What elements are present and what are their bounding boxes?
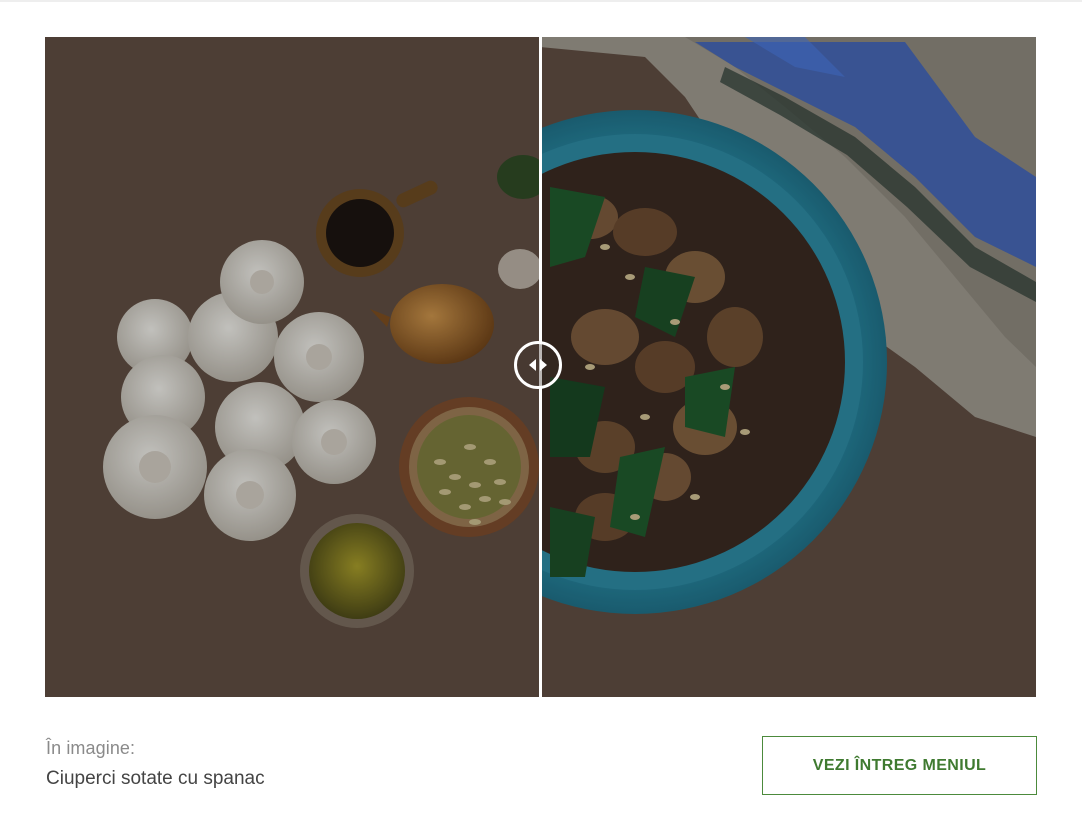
top-divider-line <box>0 0 1082 2</box>
page: În imagine: Ciuperci sotate cu spanac VE… <box>0 0 1082 814</box>
view-full-menu-button[interactable]: VEZI ÎNTREG MENIUL <box>762 736 1037 795</box>
slider-handle[interactable] <box>514 341 562 389</box>
before-after-image-slider[interactable] <box>45 37 1036 697</box>
caption-label: În imagine: <box>46 738 136 758</box>
dish-title: Ciuperci sotate cu spanac <box>46 768 265 789</box>
left-right-arrows-icon <box>529 359 547 371</box>
